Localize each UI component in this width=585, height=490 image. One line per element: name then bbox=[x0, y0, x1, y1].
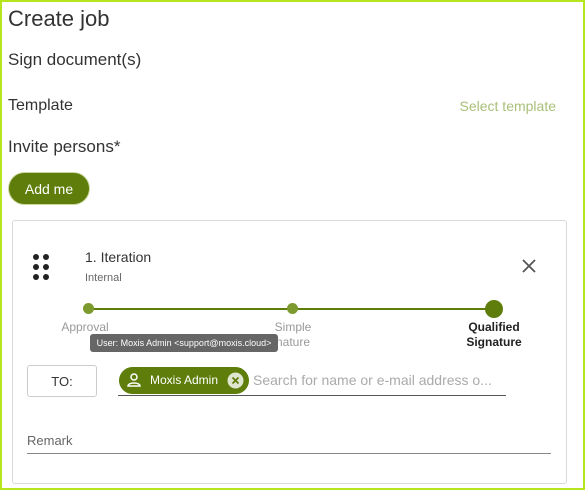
step-simple-dot[interactable] bbox=[287, 303, 298, 314]
to-button[interactable]: TO: bbox=[27, 365, 97, 397]
recipient-search-input[interactable] bbox=[253, 368, 503, 392]
add-me-button[interactable]: Add me bbox=[9, 173, 89, 204]
template-label: Template bbox=[8, 97, 73, 114]
recipient-field-underline bbox=[118, 395, 506, 396]
recipient-chip-label: Moxis Admin bbox=[150, 373, 219, 387]
page-title: Create job bbox=[8, 6, 110, 31]
step-approval-label: Approval bbox=[61, 320, 109, 334]
drag-handle-icon[interactable] bbox=[33, 254, 51, 280]
close-icon[interactable] bbox=[520, 257, 538, 275]
remark-field-underline bbox=[27, 453, 551, 454]
step-qualified-dot[interactable] bbox=[485, 300, 503, 318]
iteration-title: 1. Iteration bbox=[85, 249, 152, 265]
recipient-tooltip: User: Moxis Admin <support@moxis.cloud> bbox=[90, 334, 278, 352]
page-subtitle: Sign document(s) bbox=[8, 50, 142, 69]
select-template-link[interactable]: Select template bbox=[460, 98, 557, 114]
invite-persons-label: Invite persons* bbox=[8, 137, 121, 156]
recipient-chip[interactable]: Moxis Admin bbox=[119, 367, 249, 394]
iteration-type: Internal bbox=[85, 272, 122, 284]
step-approval-dot[interactable] bbox=[83, 303, 94, 314]
step-qualified-label: Qualified Signature bbox=[466, 320, 522, 349]
iteration-card: 1. Iteration Internal Approval Simple na… bbox=[12, 220, 567, 484]
remove-circle-icon[interactable] bbox=[227, 372, 244, 389]
remark-field[interactable]: Remark bbox=[27, 433, 73, 448]
person-icon bbox=[127, 373, 141, 387]
